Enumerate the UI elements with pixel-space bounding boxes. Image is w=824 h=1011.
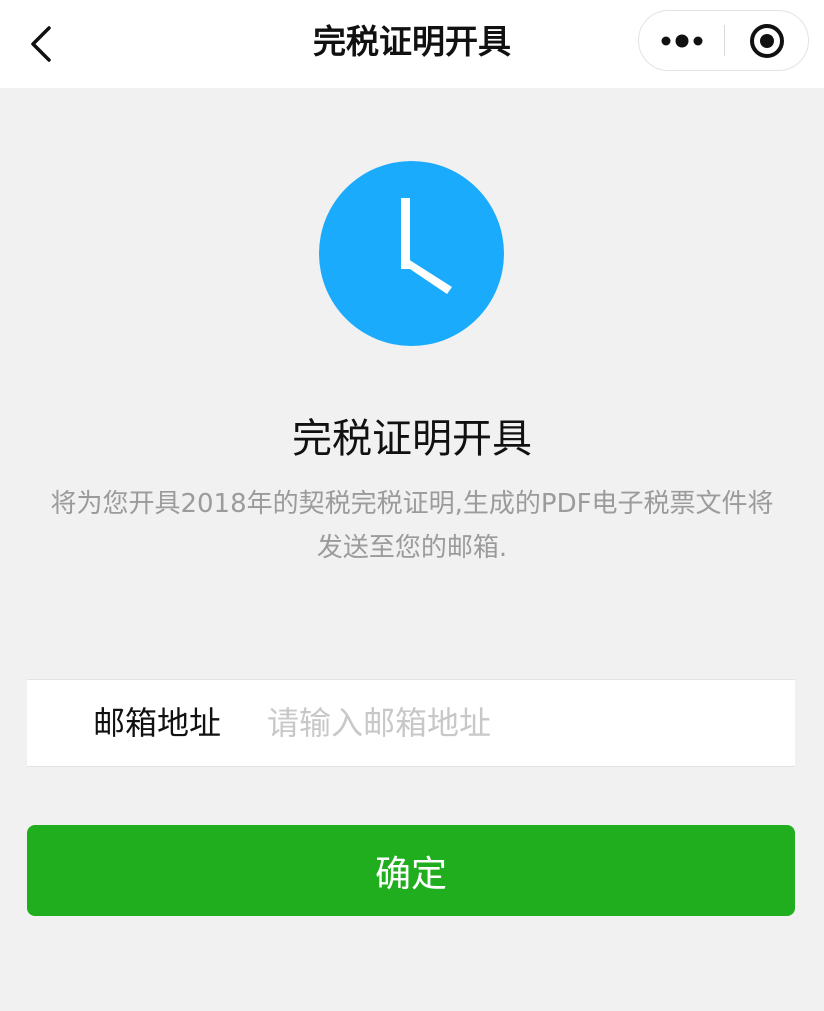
page: 完税证明开具 完税证明开具 将为您开具2018年的契税完税证明,生成的PDF电子… [0, 0, 824, 1011]
nav-bar: 完税证明开具 [0, 0, 824, 88]
email-input[interactable] [267, 692, 767, 754]
email-label: 邮箱地址 [93, 704, 222, 742]
close-button[interactable] [725, 11, 809, 70]
confirm-button[interactable]: 确定 [27, 825, 795, 916]
more-dots-icon [661, 34, 702, 47]
mini-program-capsule [638, 10, 809, 71]
email-row: 邮箱地址 [27, 679, 795, 767]
more-button[interactable] [639, 11, 724, 70]
clock-icon [319, 161, 504, 346]
target-close-icon [750, 23, 784, 58]
page-heading: 完税证明开具 [292, 416, 532, 462]
description-text: 将为您开具2018年的契税完税证明,生成的PDF电子税票文件将发送至您的邮箱. [50, 489, 774, 563]
